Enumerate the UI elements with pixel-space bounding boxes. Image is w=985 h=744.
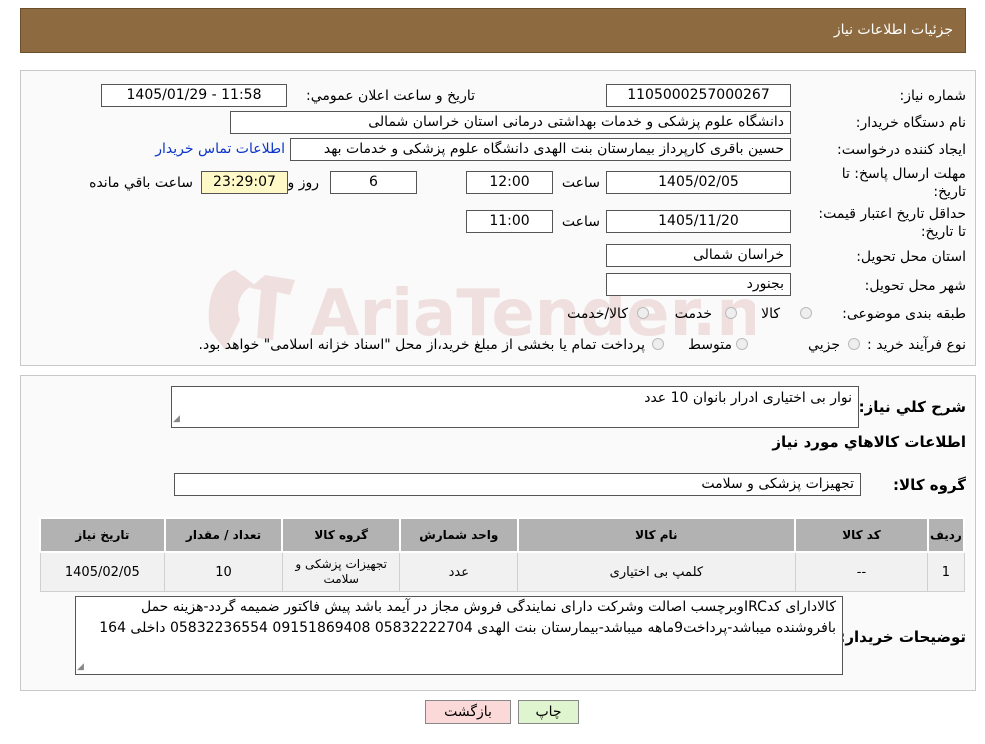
deadline-date-field: 1405/02/05 xyxy=(606,171,791,194)
process-option-minor: جزيي xyxy=(808,337,840,353)
category-radio-goods-service[interactable] xyxy=(637,307,649,319)
deadline-time-label: ساعت xyxy=(561,175,600,191)
buyer-contact-link[interactable]: اطلاعات تماس خریدار xyxy=(155,141,285,157)
validity-time-label: ساعت xyxy=(561,214,600,230)
announce-datetime-field: 1405/01/29 - 11:58 xyxy=(101,84,287,107)
resize-handle-icon: ◢ xyxy=(173,414,180,424)
buyer-notes-textarea[interactable]: کالادارای کدIRCوبرچسب اصالت وشرکت دارای … xyxy=(75,596,843,675)
requester-label: ايجاد کننده درخواست: xyxy=(837,142,966,158)
goods-table: رديف کد کالا نام کالا واحد شمارش گروه کا… xyxy=(39,517,966,592)
cell-name: کلمپ بی اختیاری xyxy=(517,551,796,592)
days-label: روز و xyxy=(287,175,320,191)
goods-group-field: تجهیزات پزشکی و سلامت xyxy=(174,473,861,496)
cell-row: 1 xyxy=(927,551,965,592)
process-radio-minor[interactable] xyxy=(848,338,860,350)
process-note: پرداخت تمام یا بخشی از مبلغ خرید،از محل … xyxy=(198,337,645,353)
need-number-label: شماره نیاز: xyxy=(899,88,967,104)
buyer-org-field: دانشگاه علوم پزشکی و خدمات بهداشتی درمان… xyxy=(230,111,791,134)
process-radio-medium[interactable] xyxy=(736,338,748,350)
category-option-service: خدمت xyxy=(674,306,712,322)
need-number-field: 1105000257000267 xyxy=(606,84,791,107)
deadline-label: مهلت ارسال پاسخ: تا تاریخ: xyxy=(841,166,966,200)
category-radio-service[interactable] xyxy=(725,307,737,319)
back-button[interactable]: بازگشت xyxy=(425,700,511,724)
category-radio-goods[interactable] xyxy=(800,307,812,319)
goods-table-header: رديف کد کالا نام کالا واحد شمارش گروه کا… xyxy=(39,517,966,553)
deadline-time-field: 12:00 xyxy=(466,171,553,194)
city-field: بجنورد xyxy=(606,273,791,296)
col-name: نام کالا xyxy=(516,517,797,553)
province-field: خراسان شمالی xyxy=(606,244,791,267)
category-option-goods: کالا xyxy=(761,306,780,322)
goods-info-heading: اطلاعات کالاهاي مورد نياز xyxy=(772,433,966,451)
category-option-goods-service: کالا/خدمت xyxy=(567,306,628,322)
process-radio-treasury[interactable] xyxy=(652,338,664,350)
goods-table-wrapper: رديف کد کالا نام کالا واحد شمارش گروه کا… xyxy=(39,517,966,592)
validity-time-field: 11:00 xyxy=(466,210,553,233)
print-button[interactable]: چاپ xyxy=(518,700,579,724)
cell-code: -- xyxy=(794,551,929,592)
description-label: شرح کلي نياز: xyxy=(858,398,966,416)
col-unit: واحد شمارش xyxy=(398,517,519,553)
col-group: گروه کالا xyxy=(281,517,401,553)
resize-handle-icon: ◢ xyxy=(77,662,84,672)
remaining-label: ساعت باقي مانده xyxy=(89,175,193,191)
process-type-label: نوع فرآيند خريد : xyxy=(867,337,966,353)
table-row: 1 -- کلمپ بی اختیاری عدد تجهیزات پزشکی و… xyxy=(39,551,965,592)
col-date: تاريخ نياز xyxy=(39,517,166,553)
page-title: جزئیات اطلاعات نیاز xyxy=(833,22,953,38)
buyer-org-label: نام دستگاه خريدار: xyxy=(855,115,966,131)
cell-qty: 10 xyxy=(164,551,283,592)
buyer-notes-label: توضيحات خريدار: xyxy=(839,628,966,646)
col-row: رديف xyxy=(926,517,966,553)
process-option-medium: متوسط xyxy=(688,337,732,353)
col-qty: تعداد / مقدار xyxy=(163,517,284,553)
validity-date-field: 1405/11/20 xyxy=(606,210,791,233)
cell-unit: عدد xyxy=(399,551,519,592)
page-header: جزئیات اطلاعات نیاز xyxy=(20,8,966,53)
cell-date: 1405/02/05 xyxy=(39,551,166,592)
days-left-field: 6 xyxy=(330,171,417,194)
time-left-field: 23:29:07 xyxy=(201,171,288,194)
requester-field: حسین باقری کارپرداز بیمارستان بنت الهدی … xyxy=(290,138,791,161)
city-label: شهر محل تحويل: xyxy=(864,278,966,294)
province-label: استان محل تحويل: xyxy=(856,249,966,265)
goods-group-label: گروه کالا: xyxy=(893,476,966,494)
description-textarea[interactable]: نوار بی اختیاری ادرار بانوان 10 عدد xyxy=(171,386,859,428)
category-label: طبقه بندی موضوعی: xyxy=(842,306,966,322)
announce-datetime-label: تاريخ و ساعت اعلان عمومي: xyxy=(306,88,475,104)
col-code: کد کالا xyxy=(794,517,929,553)
cell-group: تجهیزات پزشکی و سلامت xyxy=(281,551,401,592)
min-validity-label: حداقل تاريخ اعتبار قيمت: تا تاريخ: xyxy=(818,206,966,240)
